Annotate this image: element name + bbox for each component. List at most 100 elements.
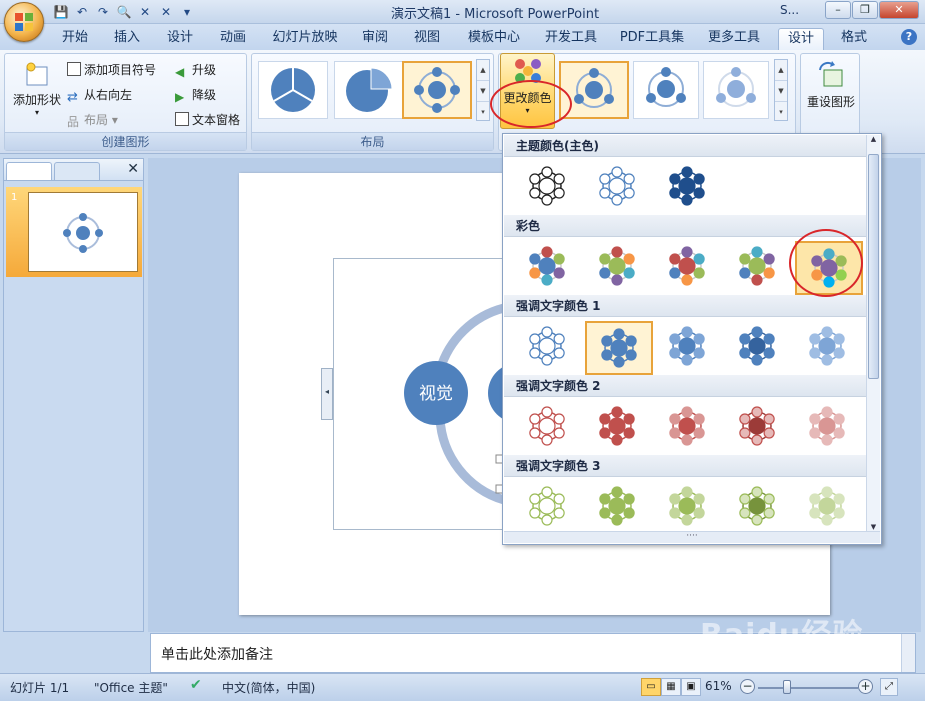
color-swatch[interactable]: [725, 321, 793, 375]
outline-tab[interactable]: [54, 162, 100, 180]
redo-icon[interactable]: ↷: [94, 3, 112, 21]
scroll-down-icon[interactable]: ▼: [775, 81, 787, 102]
save-icon[interactable]: 💾: [52, 3, 70, 21]
color-swatch[interactable]: [515, 481, 583, 535]
theme-name[interactable]: "Office 主题": [94, 679, 168, 696]
swatch-preview-icon: [529, 486, 565, 526]
zoom-slider-track[interactable]: [758, 687, 858, 689]
scroll-down-icon[interactable]: ▼: [867, 523, 880, 531]
color-swatch[interactable]: [655, 481, 723, 535]
zoom-slider-thumb[interactable]: [783, 680, 791, 694]
style-option-3[interactable]: [703, 61, 769, 119]
normal-view-icon[interactable]: ▭: [641, 678, 661, 696]
tab-insert[interactable]: 插入: [108, 28, 146, 50]
gallery-more-icon[interactable]: ▾: [477, 102, 489, 122]
slide-thumbnail[interactable]: [28, 192, 138, 272]
swatch-preview-icon: [601, 328, 637, 368]
tab-pdf-tools[interactable]: PDF工具集: [617, 28, 687, 50]
zoom-in-icon[interactable]: +: [858, 679, 873, 694]
slideshow-view-icon[interactable]: ▣: [681, 678, 701, 696]
slides-tab[interactable]: [6, 162, 52, 180]
layout-button[interactable]: 品布局 ▾: [67, 110, 118, 130]
color-swatch[interactable]: [585, 161, 653, 215]
slide-counter: 幻灯片 1/1: [10, 681, 70, 695]
reset-graphic-button[interactable]: 重设图形: [803, 58, 859, 130]
text-pane-toggle-handle[interactable]: ◂: [321, 368, 333, 420]
swatch-preview-icon: [739, 486, 775, 526]
color-swatch[interactable]: [585, 241, 653, 295]
color-swatch[interactable]: [655, 401, 723, 455]
color-swatch[interactable]: [585, 401, 653, 455]
close-button[interactable]: ✕: [879, 1, 919, 19]
text-pane-button[interactable]: 文本窗格: [175, 110, 240, 130]
dropdown-scroll-thumb[interactable]: [868, 154, 879, 379]
color-swatch[interactable]: [515, 241, 583, 295]
style-gallery-scroll[interactable]: ▲ ▼ ▾: [774, 59, 788, 121]
tab-smartart-design[interactable]: 设计: [778, 28, 824, 50]
color-swatch[interactable]: [725, 481, 793, 535]
color-swatch[interactable]: [585, 321, 653, 375]
notes-scrollbar[interactable]: [901, 634, 915, 672]
cut-icon[interactable]: ✕: [136, 3, 154, 21]
color-swatch[interactable]: [655, 241, 723, 295]
color-swatch[interactable]: [795, 481, 863, 535]
help-icon[interactable]: ?: [901, 29, 917, 45]
tab-view[interactable]: 视图: [408, 28, 446, 50]
zoom-level[interactable]: 61%: [705, 679, 732, 693]
tab-home[interactable]: 开始: [56, 28, 94, 50]
dropdown-arrow-icon: ▾: [34, 108, 39, 117]
color-swatch[interactable]: [655, 321, 723, 375]
right-to-left-button[interactable]: ⇄ 从右向左: [67, 85, 132, 105]
color-swatch[interactable]: [515, 321, 583, 375]
office-button[interactable]: [4, 2, 44, 42]
scroll-up-icon[interactable]: ▲: [477, 60, 489, 81]
print-preview-icon[interactable]: 🔍: [115, 3, 133, 21]
dropdown-resize-grip[interactable]: ····: [504, 531, 880, 543]
color-swatch[interactable]: [725, 241, 793, 295]
add-shape-button[interactable]: 添加形状 ▾: [9, 58, 65, 130]
swatch-preview-icon: [529, 246, 565, 286]
color-swatch[interactable]: [515, 401, 583, 455]
tab-design[interactable]: 设计: [161, 28, 199, 50]
undo-icon[interactable]: ↶: [73, 3, 91, 21]
color-swatch[interactable]: [585, 481, 653, 535]
add-bullet-button[interactable]: 添加项目符号: [67, 60, 156, 80]
layout-option-segmented-cycle[interactable]: [258, 61, 328, 119]
tab-animation[interactable]: 动画: [214, 28, 252, 50]
scroll-up-icon[interactable]: ▲: [867, 135, 880, 143]
tab-developer[interactable]: 开发工具: [540, 28, 602, 50]
cut-icon[interactable]: ✕: [157, 3, 175, 21]
layout-gallery-scroll[interactable]: ▲ ▼ ▾: [476, 59, 490, 121]
swatch-preview-icon: [529, 406, 565, 446]
customize-icon[interactable]: ▾: [178, 3, 196, 21]
gallery-more-icon[interactable]: ▾: [775, 102, 787, 122]
demote-button[interactable]: ▶ 降级: [175, 85, 216, 105]
scroll-up-icon[interactable]: ▲: [775, 60, 787, 81]
layout-option-radial-cycle[interactable]: [402, 61, 472, 119]
layout-option-pie-cycle[interactable]: [334, 61, 404, 119]
slide-sorter-icon[interactable]: ▦: [661, 678, 681, 696]
spell-check-icon[interactable]: ✔: [190, 677, 202, 693]
color-swatch[interactable]: [795, 321, 863, 375]
scroll-down-icon[interactable]: ▼: [477, 81, 489, 102]
promote-button[interactable]: ◀ 升级: [175, 60, 216, 80]
color-swatch[interactable]: [725, 401, 793, 455]
style-option-2[interactable]: [633, 61, 699, 119]
tab-slideshow[interactable]: 幻灯片放映: [268, 28, 342, 50]
color-swatch[interactable]: [655, 161, 723, 215]
fit-to-window-icon[interactable]: ⤢: [880, 678, 898, 696]
close-icon[interactable]: ✕: [127, 161, 139, 177]
tab-template-center[interactable]: 模板中心: [463, 28, 525, 50]
zoom-out-icon[interactable]: −: [740, 679, 755, 694]
tab-review[interactable]: 审阅: [356, 28, 394, 50]
window-controls: – ❐ ✕: [825, 1, 919, 19]
change-colors-dropdown: 主题颜色(主色) 彩色 强调文字颜色 1 强调文字颜色 2 强调文字颜色 3 ▲…: [502, 133, 882, 545]
slide-thumbnail-selected[interactable]: 1: [6, 187, 142, 277]
color-swatch[interactable]: [515, 161, 583, 215]
maximize-button[interactable]: ❐: [852, 1, 878, 19]
minimize-button[interactable]: –: [825, 1, 851, 19]
tab-more-tools[interactable]: 更多工具: [703, 28, 765, 50]
language-indicator[interactable]: 中文(简体，中国): [222, 679, 315, 696]
tab-format[interactable]: 格式: [834, 28, 874, 50]
color-swatch[interactable]: [795, 401, 863, 455]
